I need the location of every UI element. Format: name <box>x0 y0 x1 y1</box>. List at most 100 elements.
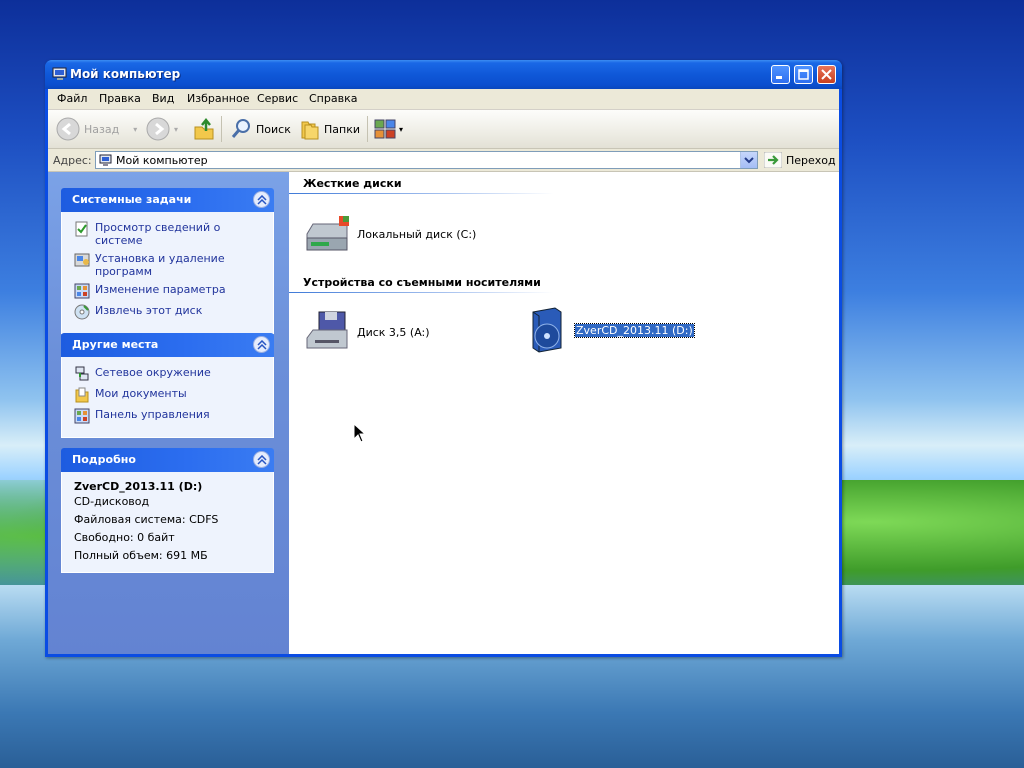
drive-local-c[interactable]: Локальный диск (C:) <box>303 212 476 256</box>
control-panel-icon <box>74 408 90 424</box>
task-label: Просмотр сведений о системе <box>95 221 221 247</box>
title-bar[interactable]: Мой компьютер <box>45 60 842 89</box>
menu-edit[interactable]: Правка <box>99 92 141 105</box>
group-removable-title: Устройства со съемными носителями <box>303 276 541 289</box>
system-tasks-body: Просмотр сведений о системе Установка и … <box>61 212 274 334</box>
views-button[interactable]: ▾ <box>374 117 403 141</box>
menu-view[interactable]: Вид <box>152 92 174 105</box>
mouse-cursor-icon <box>353 423 367 443</box>
search-icon <box>231 119 250 138</box>
task-pane: Системные задачи Просмотр сведений о сис… <box>48 172 289 654</box>
details-free-space: Свободно: 0 байт <box>74 531 175 544</box>
floppy-drive-icon <box>306 311 348 349</box>
system-tasks-panel: Системные задачи Просмотр сведений о сис… <box>61 188 274 334</box>
collapse-chevron-icon[interactable] <box>253 336 270 353</box>
drive-a-label: Диск 3,5 (A:) <box>357 325 430 339</box>
go-button[interactable]: Переход <box>764 152 836 168</box>
toolbar-separator-2 <box>367 116 368 142</box>
details-total-size: Полный объем: 691 МБ <box>74 549 208 562</box>
place-label: Сетевое окружение <box>95 366 211 379</box>
group-divider <box>289 292 554 293</box>
menu-help[interactable]: Справка <box>309 92 357 105</box>
menu-favorites[interactable]: Избранное <box>187 92 249 105</box>
minimize-button[interactable] <box>771 65 790 84</box>
my-documents-icon <box>75 387 89 403</box>
group-divider <box>289 193 554 194</box>
details-name: ZverCD_2013.11 (D:) <box>74 480 203 493</box>
hard-drive-icon <box>306 216 349 251</box>
back-dropdown-icon: ▾ <box>133 124 138 134</box>
close-button[interactable] <box>817 65 836 84</box>
control-panel-icon <box>74 283 90 299</box>
cd-drive-icon <box>532 307 562 353</box>
address-computer-icon <box>99 154 112 166</box>
drive-floppy-a[interactable]: Диск 3,5 (A:) <box>303 310 430 354</box>
system-tasks-header[interactable]: Системные задачи <box>61 188 274 212</box>
maximize-icon <box>798 69 809 80</box>
my-computer-icon <box>52 67 67 80</box>
forward-arrow-icon <box>146 117 170 141</box>
details-header[interactable]: Подробно <box>61 448 274 472</box>
collapse-chevron-icon[interactable] <box>253 191 270 208</box>
place-network[interactable]: Сетевое окружение <box>74 366 265 382</box>
window-title: Мой компьютер <box>70 67 181 81</box>
task-label: Извлечь этот диск <box>95 304 203 317</box>
search-button[interactable]: Поиск <box>230 117 291 141</box>
task-add-remove-programs[interactable]: Установка и удаление программ <box>74 252 265 278</box>
window-client: Файл Правка Вид Избранное Сервис Справка… <box>48 89 839 654</box>
toolbar-separator <box>221 116 222 142</box>
views-icon <box>374 119 396 139</box>
menu-tools[interactable]: Сервис <box>257 92 298 105</box>
other-places-header[interactable]: Другие места <box>61 333 274 357</box>
eject-disc-icon <box>74 304 90 320</box>
system-info-icon <box>75 221 88 237</box>
drive-cd-d[interactable]: ZverCD_2013.11 (D:) <box>523 306 695 354</box>
details-filesystem: Файловая система: CDFS <box>74 513 219 526</box>
place-control-panel[interactable]: Панель управления <box>74 408 265 424</box>
maximize-button[interactable] <box>794 65 813 84</box>
address-input[interactable]: Мой компьютер <box>95 151 758 169</box>
details-body: ZverCD_2013.11 (D:) CD-дисковод Файловая… <box>61 472 274 573</box>
menu-bar: Файл Правка Вид Избранное Сервис Справка <box>48 89 839 110</box>
explorer-window: Мой компьютер Файл Правка Вид Избранное … <box>45 60 842 657</box>
task-eject-disc[interactable]: Извлечь этот диск <box>74 304 265 320</box>
forward-button[interactable]: ▾ <box>146 117 178 141</box>
address-bar: Адрес: Мой компьютер Переход <box>48 149 839 172</box>
toolbar: Назад ▾ ▾ Поиск Папки ▾ <box>48 110 839 149</box>
collapse-chevron-icon[interactable] <box>253 451 270 468</box>
content-pane: Жесткие диски Локальный диск (C:) Устрой… <box>289 172 839 654</box>
folders-icon <box>301 121 319 140</box>
search-label: Поиск <box>256 122 291 136</box>
details-title: Подробно <box>72 453 136 466</box>
folders-button[interactable]: Папки <box>300 117 360 141</box>
other-places-panel: Другие места Сетевое окружение Мои докум… <box>61 333 274 438</box>
system-tasks-title: Системные задачи <box>72 193 192 206</box>
views-dropdown-icon: ▾ <box>399 124 404 134</box>
address-dropdown-button[interactable] <box>740 152 757 168</box>
drive-d-label: ZverCD_2013.11 (D:) <box>574 322 695 338</box>
network-icon <box>75 366 89 381</box>
menu-file[interactable]: Файл <box>57 92 87 105</box>
go-label: Переход <box>786 153 836 167</box>
back-label: Назад <box>84 122 120 136</box>
place-my-documents[interactable]: Мои документы <box>74 387 265 403</box>
address-value: Мой компьютер <box>116 154 208 167</box>
close-icon <box>821 69 832 80</box>
place-label: Панель управления <box>95 408 210 421</box>
task-change-setting[interactable]: Изменение параметра <box>74 283 265 299</box>
details-type: CD-дисковод <box>74 495 150 508</box>
go-arrow-icon <box>764 152 782 168</box>
folders-label: Папки <box>324 122 360 136</box>
address-label: Адрес: <box>53 154 92 167</box>
forward-dropdown-icon: ▾ <box>174 124 179 134</box>
task-view-system-info[interactable]: Просмотр сведений о системе <box>74 221 265 247</box>
back-button[interactable]: Назад ▾ <box>56 117 137 141</box>
task-label: Установка и удаление программ <box>95 252 225 278</box>
minimize-icon <box>776 76 782 79</box>
up-folder-button[interactable] <box>193 117 215 141</box>
chevron-down-icon <box>744 157 754 164</box>
place-label: Мои документы <box>95 387 187 400</box>
details-panel: Подробно ZverCD_2013.11 (D:) CD-дисковод… <box>61 448 274 573</box>
other-places-body: Сетевое окружение Мои документы Панель у… <box>61 357 274 438</box>
up-folder-icon <box>194 117 214 140</box>
